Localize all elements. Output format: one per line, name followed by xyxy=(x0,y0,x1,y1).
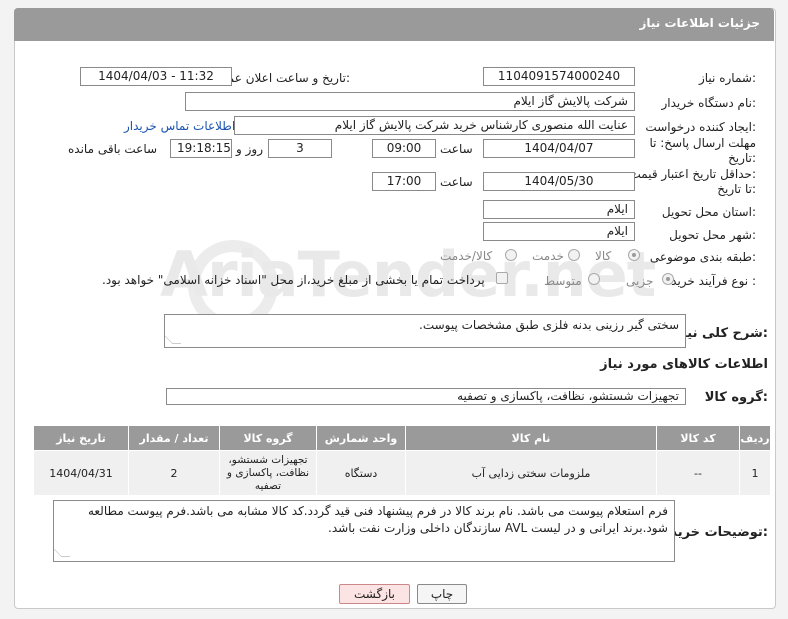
price-validity-date[interactable]: 1404/05/30 xyxy=(483,172,635,191)
purchase-type-option-minor: جزیی xyxy=(626,274,654,288)
payment-checkbox[interactable] xyxy=(496,272,508,284)
subject-class-option-service: خدمت xyxy=(532,249,564,263)
col-header-qty: تعداد / مقدار xyxy=(128,425,220,451)
days-label: روز و xyxy=(236,142,263,156)
buyer-org-label: نام دستگاه خریدار: xyxy=(661,96,757,110)
reply-deadline-date[interactable]: 1404/04/07 xyxy=(483,139,635,158)
payment-note: پرداخت تمام یا بخشی از مبلغ خرید،از محل … xyxy=(102,273,485,287)
reply-days-field[interactable]: 3 xyxy=(268,139,332,158)
table-row[interactable]: 1 -- ملزومات سختی زدایی آب دستگاه تجهیزا… xyxy=(33,450,771,496)
purchase-type-radio-medium[interactable] xyxy=(588,273,600,285)
requester-label: ایجاد کننده درخواست: xyxy=(645,120,756,134)
price-validity-time[interactable]: 17:00 xyxy=(372,172,436,191)
reply-deadline-time[interactable]: 09:00 xyxy=(372,139,436,158)
need-number-field[interactable]: 1104091574000240 xyxy=(483,67,635,86)
subject-class-radio-both[interactable] xyxy=(505,249,517,261)
table-header-row: ردیف کد کالا نام کالا واحد شمارش گروه کا… xyxy=(33,425,771,451)
cell-group: تجهیزات شستشو، نظافت، پاکسازی و تصفیه xyxy=(219,450,317,496)
cell-unit: دستگاه xyxy=(316,450,406,496)
delivery-province-label: استان محل تحویل: xyxy=(661,205,756,219)
delivery-city-field[interactable]: ایلام xyxy=(483,222,635,241)
cell-name: ملزومات سختی زدایی آب xyxy=(405,450,657,496)
summary-field[interactable]: سختی گیر رزینی بدنه فلزی طبق مشخصات پیوس… xyxy=(164,314,686,348)
print-button[interactable]: چاپ xyxy=(417,584,467,604)
buyer-org-field[interactable]: شرکت پالایش گاز ایلام xyxy=(185,92,635,111)
remaining-label: ساعت باقی مانده xyxy=(68,142,158,156)
price-validity-time-label: ساعت xyxy=(440,175,473,189)
delivery-province-field[interactable]: ایلام xyxy=(483,200,635,219)
back-button[interactable]: بازگشت xyxy=(339,584,410,604)
col-header-row-no: ردیف xyxy=(739,425,771,451)
reply-deadline-label-2: تاریخ: xyxy=(728,151,756,165)
cell-row-no: 1 xyxy=(739,450,771,496)
subject-class-option-both: کالا/خدمت xyxy=(440,249,493,263)
goods-group-field[interactable]: تجهیزات شستشو، نظافت، پاکسازی و تصفیه xyxy=(166,388,686,405)
purchase-type-label: نوع فرآیند خرید : xyxy=(671,274,756,288)
col-header-name: نام کالا xyxy=(405,425,657,451)
col-header-date: تاریخ نیاز xyxy=(33,425,129,451)
notes-resize-handle[interactable] xyxy=(52,548,71,559)
col-header-unit: واحد شمارش xyxy=(316,425,406,451)
summary-resize-handle[interactable] xyxy=(163,335,182,346)
reply-deadline-time-label: ساعت xyxy=(440,142,473,156)
col-header-code: کد کالا xyxy=(656,425,740,451)
col-header-group: گروه کالا xyxy=(219,425,317,451)
purchase-type-option-medium: متوسط xyxy=(544,274,582,288)
summary-label: شرح کلی نیاز: xyxy=(674,326,768,341)
items-table: ردیف کد کالا نام کالا واحد شمارش گروه کا… xyxy=(33,425,771,496)
price-validity-label: حداقل تاریخ اعتبار قیمت: xyxy=(629,167,756,181)
cell-qty: 2 xyxy=(128,450,220,496)
delivery-city-label: شهر محل تحویل: xyxy=(669,228,756,242)
announce-datetime-field[interactable]: 1404/04/03 - 11:32 xyxy=(80,67,232,86)
buyer-contact-link[interactable]: اطلاعات تماس خریدار xyxy=(124,119,235,133)
cell-date: 1404/04/31 xyxy=(33,450,129,496)
panel-title: جزئیات اطلاعات نیاز xyxy=(639,16,760,30)
subject-class-label: طبقه بندی موضوعی: xyxy=(649,250,756,264)
purchase-type-radio-minor[interactable] xyxy=(662,273,674,285)
requester-field[interactable]: عنایت الله منصوری کارشناس خرید شرکت پالا… xyxy=(234,116,635,135)
need-number-label: شماره نیاز: xyxy=(698,71,756,85)
price-validity-label-2: تا تاریخ: xyxy=(717,182,756,196)
subject-class-option-goods: کالا xyxy=(595,249,612,263)
cell-code: -- xyxy=(656,450,740,496)
buyer-notes-field[interactable]: فرم استعلام پیوست می باشد. نام برند کالا… xyxy=(53,500,675,562)
remaining-time-field[interactable]: 19:18:15 xyxy=(170,139,232,158)
goods-section-title: اطلاعات کالاهای مورد نیاز xyxy=(600,357,768,372)
goods-group-label: گروه کالا: xyxy=(704,390,768,405)
subject-class-radio-goods[interactable] xyxy=(628,249,640,261)
subject-class-radio-service[interactable] xyxy=(568,249,580,261)
reply-deadline-label: مهلت ارسال پاسخ: تا xyxy=(649,136,756,150)
